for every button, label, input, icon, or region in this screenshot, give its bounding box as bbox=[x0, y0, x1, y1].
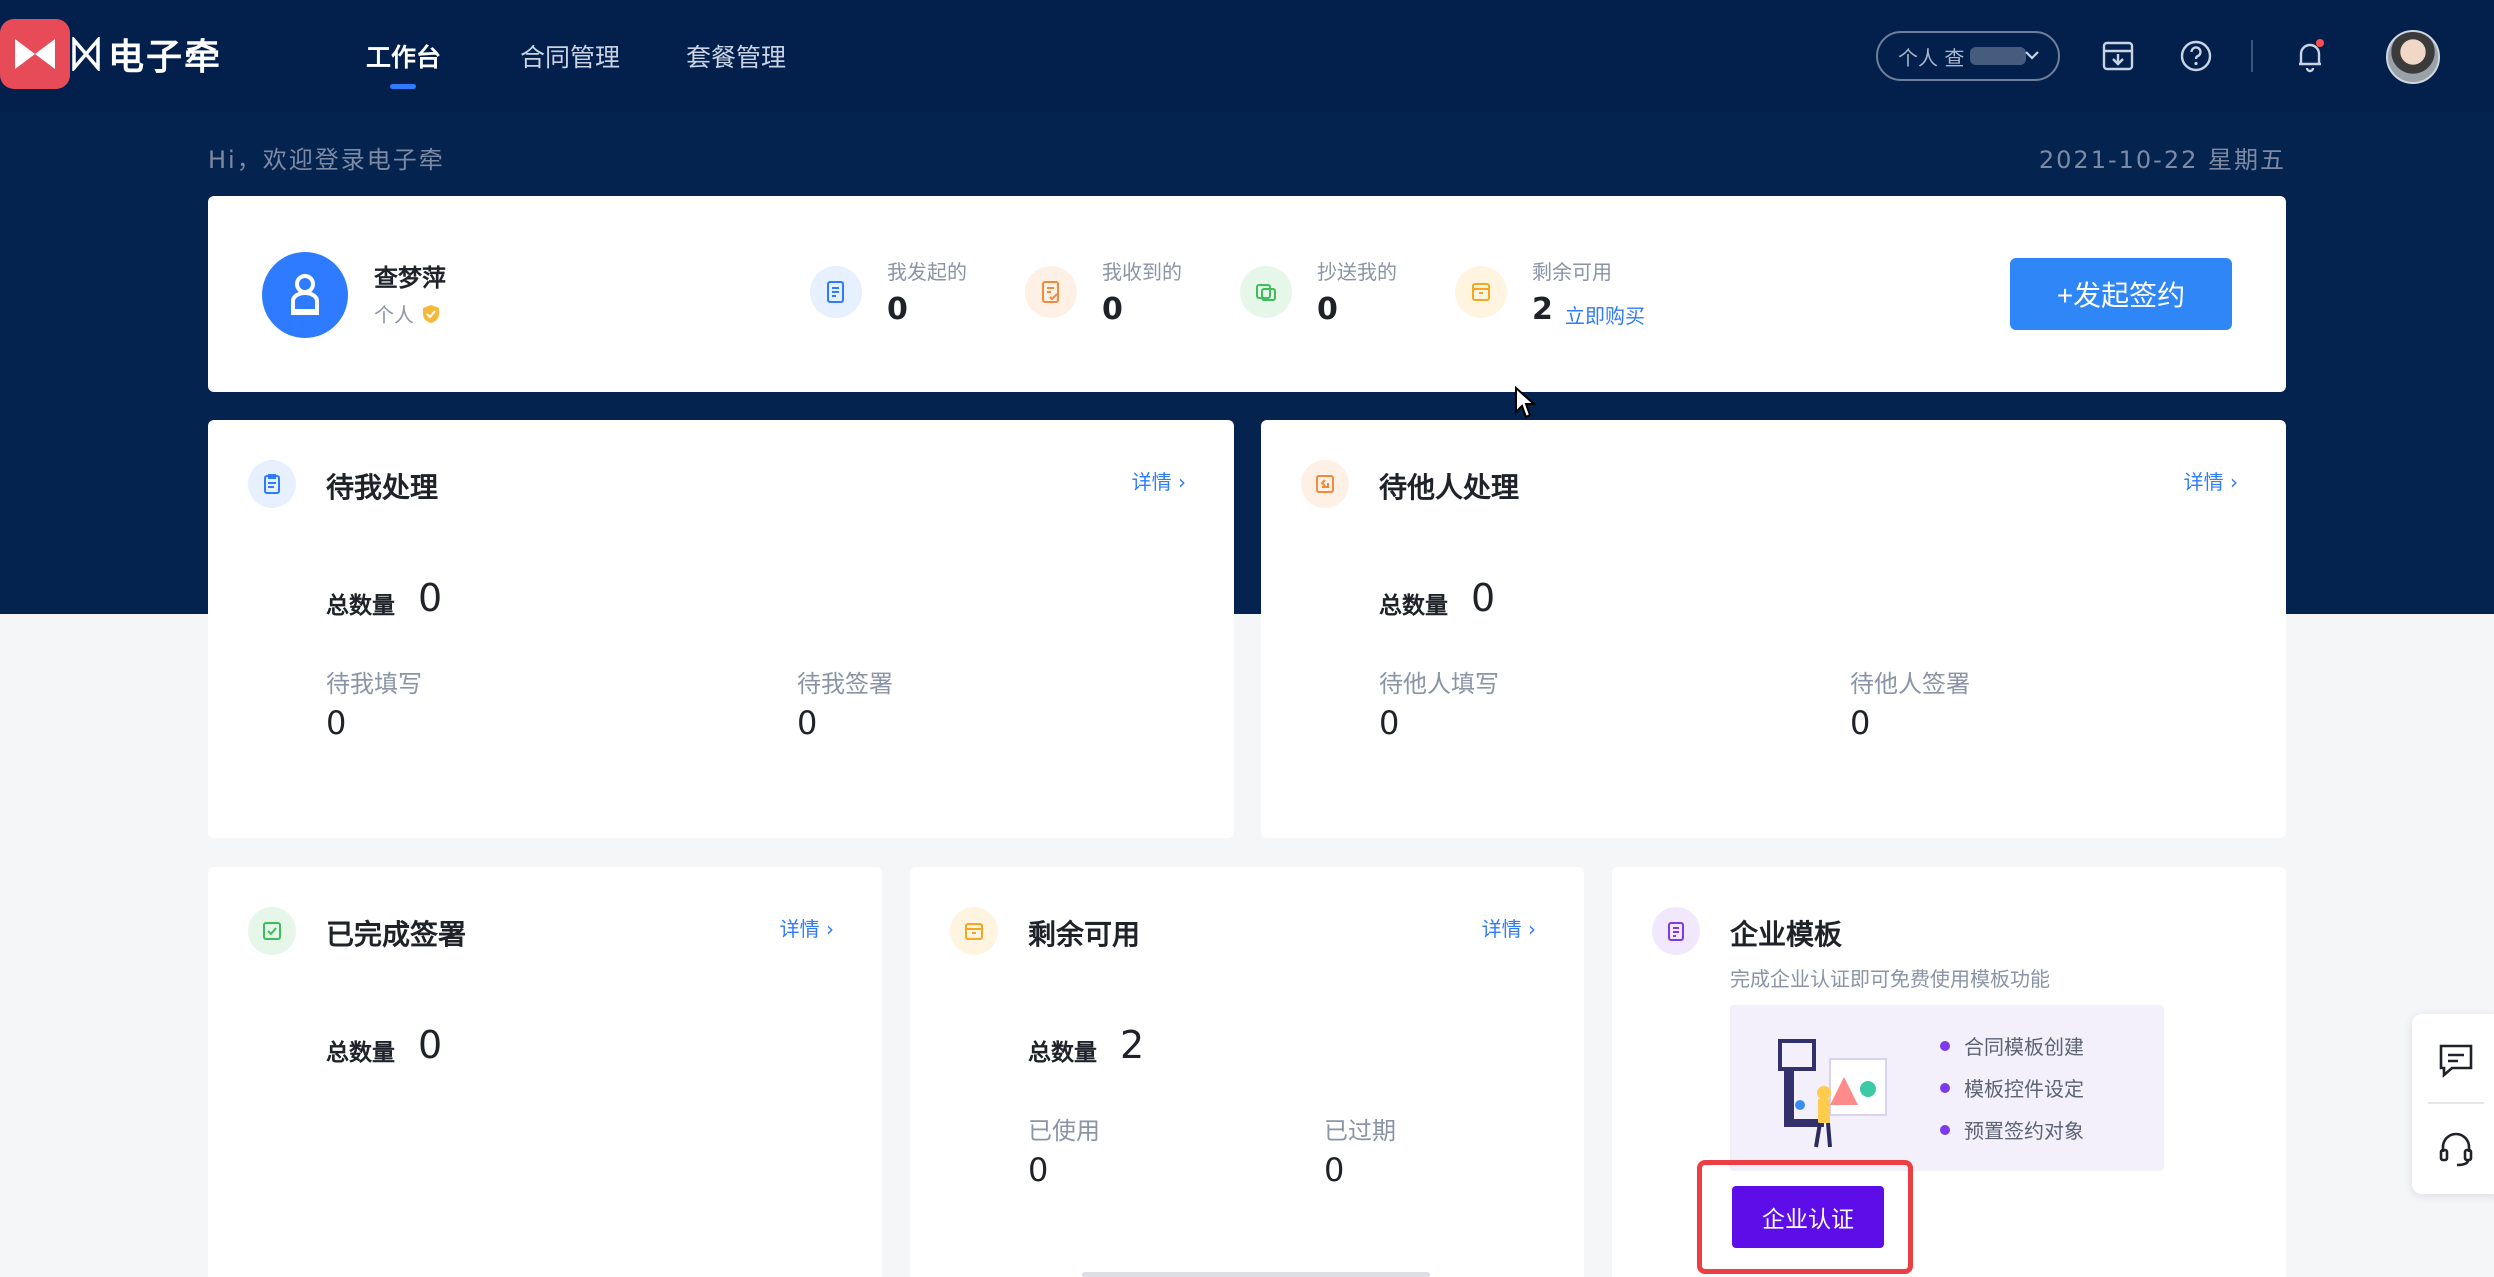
document-receive-icon bbox=[1025, 266, 1077, 318]
stat-received-label: 我收到的 bbox=[1102, 260, 1182, 284]
stat-initiated-value: 0 bbox=[887, 292, 908, 327]
stat-remaining-label: 剩余可用 bbox=[1532, 260, 1612, 284]
template-description: 完成企业认证即可免费使用模板功能 bbox=[1730, 967, 2050, 991]
total-value: 0 bbox=[1471, 576, 1496, 620]
bell-icon[interactable] bbox=[2292, 38, 2328, 74]
tab-workbench[interactable]: 工作台 bbox=[366, 38, 441, 74]
sub-label-fill: 待他人填写 bbox=[1379, 670, 1499, 698]
details-link[interactable]: 详情 › bbox=[1482, 913, 1536, 942]
template-feature-item: 模板控件设定 bbox=[1940, 1073, 2084, 1102]
stat-cc-value: 0 bbox=[1317, 292, 1338, 327]
bullet-dot-icon bbox=[1940, 1040, 1950, 1051]
buy-now-link[interactable]: 立即购买 bbox=[1565, 300, 1645, 329]
account-name-blurred bbox=[1970, 47, 2027, 65]
clipboard-icon bbox=[248, 460, 296, 508]
document-return-icon bbox=[1301, 460, 1349, 508]
greeting-text: Hi，欢迎登录电子牵 bbox=[208, 146, 445, 174]
card-title: 剩余可用 bbox=[1028, 918, 1141, 951]
sub-label-sign: 待他人签署 bbox=[1850, 670, 1970, 698]
tab-package-management[interactable]: 套餐管理 bbox=[686, 38, 786, 74]
profile-type-label: 个人 bbox=[374, 303, 414, 327]
card-pending-me: 待我处理 详情 › 总数量 0 待我填写 0 待我签署 0 bbox=[208, 420, 1234, 838]
logo-bowtie-icon bbox=[72, 37, 100, 71]
sub-label-sign: 待我签署 bbox=[797, 670, 893, 698]
total-label: 总数量 bbox=[1028, 1040, 1097, 1066]
card-completed: 已完成签署 详情 › 总数量 0 bbox=[208, 867, 882, 1277]
total-value: 0 bbox=[418, 1023, 443, 1067]
feature-label: 合同模板创建 bbox=[1964, 1035, 2084, 1059]
feature-label: 模板控件设定 bbox=[1964, 1077, 2084, 1101]
bullet-dot-icon bbox=[1940, 1124, 1950, 1135]
card-title: 已完成签署 bbox=[326, 918, 467, 951]
box-icon bbox=[950, 907, 998, 955]
card-remaining: 剩余可用 详情 › 总数量 2 已使用 0 已过期 0 bbox=[910, 867, 1584, 1277]
stat-initiated-label: 我发起的 bbox=[887, 260, 967, 284]
tab-contract-management[interactable]: 合同管理 bbox=[520, 38, 620, 74]
scroll-indicator bbox=[1082, 1272, 1430, 1277]
user-avatar[interactable] bbox=[2386, 30, 2440, 84]
stat-received-value: 0 bbox=[1102, 292, 1123, 327]
card-title: 企业模板 bbox=[1730, 918, 1843, 951]
profile-card: 查梦萍 个人 我发起的 0 我收到的 0 抄送我的 0 剩余可用 2 立即购买 … bbox=[208, 196, 2286, 392]
mouse-cursor-icon bbox=[1515, 386, 1537, 419]
template-feature-box: 合同模板创建 模板控件设定 预置签约对象 bbox=[1730, 1005, 2164, 1171]
start-signing-button[interactable]: +发起签约 bbox=[2010, 258, 2232, 330]
side-float-panel bbox=[2412, 1014, 2494, 1194]
help-icon[interactable] bbox=[2178, 38, 2214, 74]
total-label: 总数量 bbox=[1379, 593, 1448, 619]
verified-shield-icon bbox=[423, 304, 439, 323]
profile-name: 查梦萍 bbox=[374, 264, 446, 292]
profile-avatar-icon bbox=[262, 252, 348, 338]
check-document-icon bbox=[248, 907, 296, 955]
card-title: 待我处理 bbox=[326, 471, 439, 504]
total-label: 总数量 bbox=[326, 593, 395, 619]
stat-cc-label: 抄送我的 bbox=[1317, 260, 1397, 284]
feature-label: 预置签约对象 bbox=[1964, 1119, 2084, 1143]
template-icon bbox=[1652, 907, 1700, 955]
total-value: 0 bbox=[418, 576, 443, 620]
sub-value-sign: 0 bbox=[1850, 704, 1871, 742]
logo[interactable]: 电子牵 bbox=[0, 14, 222, 94]
template-illustration-icon bbox=[1778, 1039, 1887, 1148]
enterprise-auth-button[interactable]: 企业认证 bbox=[1732, 1186, 1884, 1248]
sub-label-expired: 已过期 bbox=[1324, 1117, 1396, 1145]
account-select-value: 个人 查 bbox=[1898, 45, 1965, 70]
bullet-dot-icon bbox=[1940, 1082, 1950, 1093]
total-label: 总数量 bbox=[326, 1040, 395, 1066]
total-value: 2 bbox=[1120, 1023, 1145, 1067]
card-title: 待他人处理 bbox=[1379, 471, 1520, 504]
details-link[interactable]: 详情 › bbox=[780, 913, 834, 942]
account-select[interactable]: 个人 查 bbox=[1876, 31, 2060, 81]
details-link[interactable]: 详情 › bbox=[2184, 466, 2238, 495]
sub-value-sign: 0 bbox=[797, 704, 818, 742]
profile-type: 个人 bbox=[374, 299, 442, 328]
current-date: 2021-10-22 星期五 bbox=[2038, 146, 2286, 174]
sub-value-fill: 0 bbox=[326, 704, 347, 742]
sub-label-fill: 待我填写 bbox=[326, 670, 422, 698]
template-feature-item: 预置签约对象 bbox=[1940, 1115, 2084, 1144]
stat-remaining-value: 2 bbox=[1532, 292, 1553, 327]
message-icon[interactable] bbox=[2436, 1040, 2476, 1080]
app-name: 电子牵 bbox=[108, 37, 223, 78]
active-tab-indicator bbox=[390, 84, 416, 89]
headset-icon[interactable] bbox=[2436, 1128, 2476, 1168]
nav-divider bbox=[2251, 40, 2253, 72]
chevron-down-icon bbox=[2025, 51, 2039, 60]
copy-icon bbox=[1240, 266, 1292, 318]
sub-value-fill: 0 bbox=[1379, 704, 1400, 742]
template-feature-item: 合同模板创建 bbox=[1940, 1031, 2084, 1060]
side-divider bbox=[2428, 1102, 2484, 1104]
card-pending-others: 待他人处理 详情 › 总数量 0 待他人填写 0 待他人签署 0 bbox=[1261, 420, 2286, 838]
details-link[interactable]: 详情 › bbox=[1132, 466, 1186, 495]
logo-mark-icon bbox=[0, 19, 70, 89]
download-box-icon[interactable] bbox=[2100, 38, 2136, 74]
document-send-icon bbox=[810, 266, 862, 318]
sub-label-used: 已使用 bbox=[1028, 1117, 1100, 1145]
box-icon bbox=[1455, 266, 1507, 318]
top-nav: 电子牵 工作台 合同管理 套餐管理 个人 查 bbox=[0, 0, 2494, 112]
sub-value-expired: 0 bbox=[1324, 1151, 1345, 1189]
sub-value-used: 0 bbox=[1028, 1151, 1049, 1189]
